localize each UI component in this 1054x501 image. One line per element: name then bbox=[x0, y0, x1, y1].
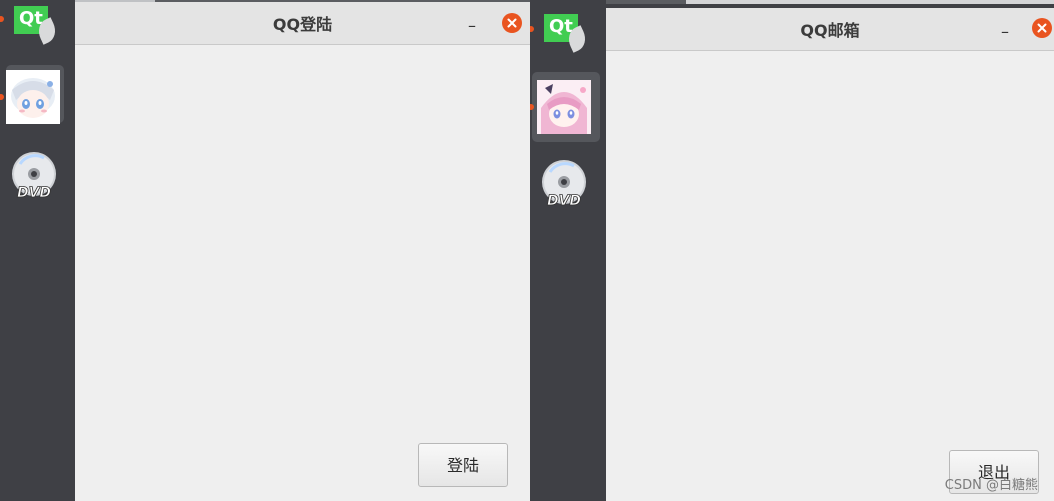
avatar-icon[interactable] bbox=[537, 80, 591, 134]
minimize-button[interactable]: – bbox=[461, 16, 483, 36]
dvd-icon[interactable]: DVD bbox=[10, 152, 60, 202]
watermark: CSDN @白糖熊 bbox=[944, 478, 1038, 493]
dock: Qt DVD bbox=[0, 0, 75, 501]
dock: Qt DVD bbox=[530, 0, 606, 501]
background-strip bbox=[606, 0, 686, 4]
login-window: QQ登陆 – 登陆 bbox=[75, 2, 530, 501]
right-screen-panel: Qt DVD QQ邮箱 – 退出 CSDN @白糖熊 bbox=[530, 0, 1054, 501]
qt-creator-icon[interactable]: Qt bbox=[544, 14, 590, 53]
running-indicator bbox=[0, 16, 4, 22]
login-button[interactable]: 登陆 bbox=[418, 443, 508, 487]
titlebar: QQ邮箱 – bbox=[606, 8, 1054, 51]
left-screen-panel: Qt DVD QQ登陆 – 登陆 bbox=[0, 0, 530, 501]
minimize-button[interactable]: – bbox=[994, 22, 1016, 42]
close-icon[interactable] bbox=[1032, 18, 1052, 38]
mail-window: QQ邮箱 – 退出 bbox=[606, 8, 1054, 501]
dvd-icon[interactable]: DVD bbox=[540, 160, 590, 210]
window-title: QQ邮箱 bbox=[800, 21, 860, 40]
qt-creator-icon[interactable]: Qt bbox=[14, 6, 60, 45]
close-icon[interactable] bbox=[502, 13, 522, 33]
running-indicator bbox=[0, 94, 4, 100]
background-strip bbox=[686, 0, 1054, 4]
running-indicator bbox=[530, 26, 534, 32]
avatar-icon[interactable] bbox=[6, 70, 60, 124]
dvd-label: DVD bbox=[547, 193, 581, 209]
titlebar: QQ登陆 – bbox=[75, 2, 530, 45]
dvd-label: DVD bbox=[17, 185, 51, 201]
